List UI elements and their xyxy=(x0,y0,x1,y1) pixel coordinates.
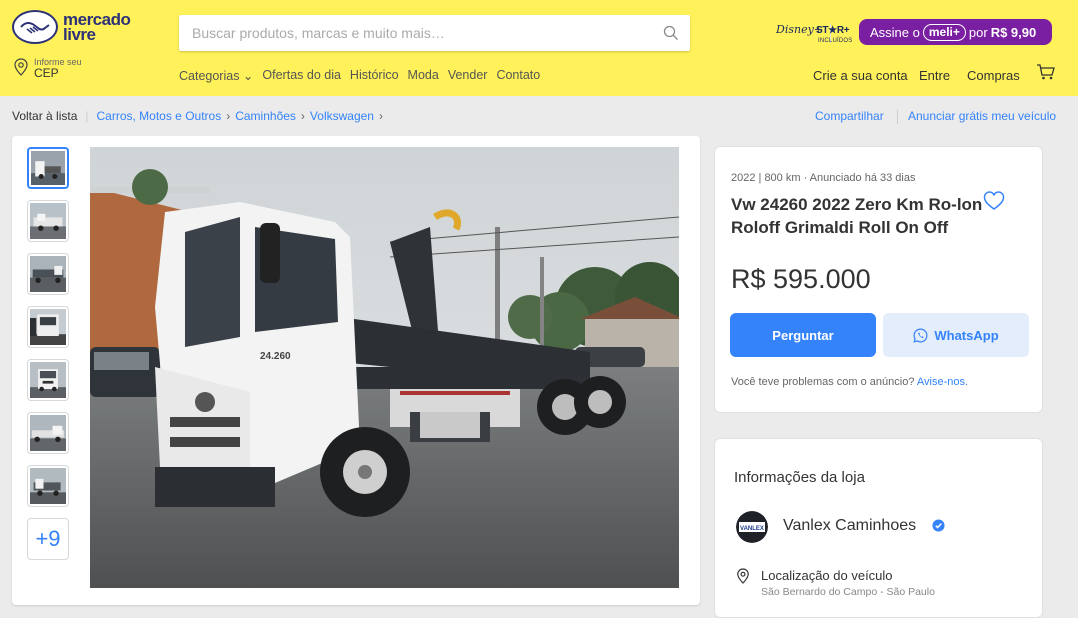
store-heading: Informações da loja xyxy=(734,469,865,486)
heart-icon xyxy=(983,191,1005,210)
location-pin-icon xyxy=(736,568,750,589)
ask-button[interactable]: Perguntar xyxy=(730,313,876,357)
header: mercado livre Disney+ ST★R+ INCLUÍDOS As… xyxy=(0,0,1078,96)
verified-badge-icon xyxy=(932,519,945,537)
gallery-thumbnail[interactable] xyxy=(27,465,69,507)
listing-meta: 2022 | 800 km · Anunciado há 33 dias xyxy=(731,172,916,184)
main-photo-truck[interactable]: 24.260 xyxy=(90,147,679,588)
vehicle-location-label: Localização do veículo xyxy=(761,568,893,583)
cart-button[interactable] xyxy=(1036,63,1056,86)
advertise-link[interactable]: Anunciar grátis meu veículo xyxy=(908,109,1056,123)
chevron-right-icon: › xyxy=(378,109,383,123)
store-info-card: Informações da loja VANLEX Vanlex Caminh… xyxy=(714,438,1043,618)
report-text: Você teve problemas com o anúncio? xyxy=(731,376,915,388)
store-logo-text: VANLEX xyxy=(740,526,764,532)
favorite-button[interactable] xyxy=(983,191,1005,216)
included-label: INCLUÍDOS xyxy=(818,38,853,44)
create-account-link[interactable]: Crie a sua conta xyxy=(813,68,908,83)
more-photos-thumbnail[interactable]: +9 xyxy=(27,518,69,560)
star-plus-logo-text: ST★R+ xyxy=(816,25,850,36)
search-bar xyxy=(179,15,831,51)
share-divider xyxy=(897,110,898,124)
location-pin-icon xyxy=(14,58,28,76)
disney-star-logo[interactable]: Disney+ ST★R+ INCLUÍDOS xyxy=(776,21,854,47)
share-link[interactable]: Compartilhar xyxy=(815,109,884,123)
search-icon xyxy=(663,25,678,40)
gallery-thumbnail[interactable] xyxy=(27,412,69,454)
location-selector[interactable]: Informe seu CEP xyxy=(13,57,82,80)
nav-deals[interactable]: Ofertas do dia xyxy=(262,68,341,83)
nav-fashion[interactable]: Moda xyxy=(408,68,439,83)
back-to-list-link[interactable]: Voltar à lista xyxy=(12,109,77,123)
search-input[interactable] xyxy=(192,15,642,51)
location-value: CEP xyxy=(34,66,59,80)
promo-price: R$ 9,90 xyxy=(990,24,1037,40)
store-logo[interactable]: VANLEX xyxy=(736,511,768,543)
nav-contact[interactable]: Contato xyxy=(496,68,540,83)
search-button[interactable] xyxy=(652,15,690,51)
nav-history[interactable]: Histórico xyxy=(350,68,399,83)
nav-categories[interactable]: Categorias ⌄ xyxy=(179,68,253,83)
gallery-thumbnail[interactable] xyxy=(27,359,69,401)
gallery-thumbnail[interactable] xyxy=(27,147,69,189)
promo-prefix: Assine o xyxy=(870,24,920,40)
whatsapp-label: WhatsApp xyxy=(934,327,999,343)
meli-plus-promo-button[interactable]: Assine o meli+ por R$ 9,90 xyxy=(859,19,1052,45)
gallery-thumbnail[interactable] xyxy=(27,200,69,242)
breadcrumb-item[interactable]: Volkswagen xyxy=(310,109,374,123)
listing-price: R$ 595.000 xyxy=(731,264,871,294)
whatsapp-button[interactable]: WhatsApp xyxy=(883,313,1029,357)
store-name[interactable]: Vanlex Caminhoes xyxy=(783,517,916,535)
gallery-thumbnail[interactable] xyxy=(27,306,69,348)
listing-title: Vw 24260 2022 Zero Km Ro-lon Roloff Grim… xyxy=(731,195,983,237)
listing-info-card: 2022 | 800 km · Anunciado há 33 dias Vw … xyxy=(714,146,1043,413)
purchases-link[interactable]: Compras xyxy=(967,68,1020,83)
gallery-thumbnail[interactable] xyxy=(27,253,69,295)
chevron-right-icon: › xyxy=(226,109,231,123)
report-problem: Você teve problemas com o anúncio? Avise… xyxy=(731,376,968,388)
report-link[interactable]: Avise-nos. xyxy=(917,376,968,388)
breadcrumb-item[interactable]: Carros, Motos e Outros xyxy=(97,109,222,123)
logo-text-bottom: livre xyxy=(63,25,96,44)
breadcrumb: Voltar à lista | Carros, Motos e Outros … xyxy=(12,109,388,123)
nav-sell[interactable]: Vender xyxy=(448,68,488,83)
main-nav: Categorias ⌄ Ofertas do dia Histórico Mo… xyxy=(179,68,549,83)
mercado-livre-logo[interactable]: mercado livre xyxy=(12,10,131,44)
handshake-icon xyxy=(12,10,58,44)
cart-icon xyxy=(1037,64,1055,80)
truck-model-badge: 24.260 xyxy=(260,351,291,362)
promo-mid: por xyxy=(968,24,988,40)
login-link[interactable]: Entre xyxy=(919,68,950,83)
breadcrumb-divider: | xyxy=(85,109,89,123)
breadcrumb-item[interactable]: Caminhões xyxy=(235,109,296,123)
meli-plus-badge: meli+ xyxy=(922,23,966,41)
vehicle-location-value: São Bernardo do Campo - São Paulo xyxy=(761,586,935,598)
chevron-right-icon: › xyxy=(300,109,305,123)
whatsapp-icon xyxy=(913,328,928,343)
